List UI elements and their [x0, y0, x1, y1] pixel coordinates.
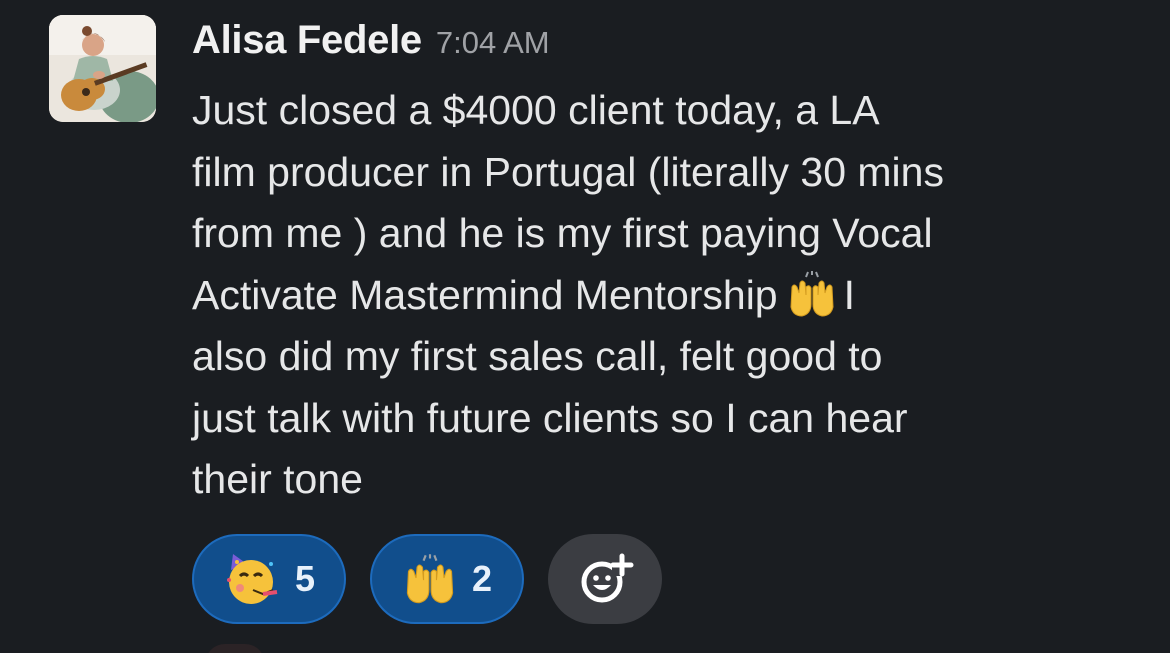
message-line-with-emoji: Activate Mastermind Mentorship I [192, 265, 1152, 327]
author-name[interactable]: Alisa Fedele [192, 18, 422, 63]
message-header: Alisa Fedele 7:04 AM [192, 18, 550, 74]
reaction-partying-face[interactable]: 5 [192, 534, 346, 624]
raising-hands-icon [406, 554, 454, 604]
reactions-bar: 5 2 [192, 534, 662, 624]
message-line: from me ) and he is my first paying Voca… [192, 210, 933, 256]
add-reaction-icon [581, 553, 634, 603]
message-line: just talk with future clients so I can h… [192, 394, 908, 441]
reaction-count: 2 [471, 558, 493, 599]
message: Alisa Fedele 7:04 AM Just closed a $4000… [0, 0, 1170, 653]
timestamp[interactable]: 7:04 AM [436, 25, 550, 61]
message-line-text: Activate Mastermind Mentorship [192, 271, 778, 318]
user-avatar-guitar-icon [49, 15, 156, 122]
message-line: film producer in Portugal (literally 30 … [192, 148, 944, 195]
message-body: Just closed a $4000 client today, a LA f… [192, 80, 1152, 511]
message-line-text: I [843, 271, 856, 318]
user-avatar[interactable] [49, 15, 156, 122]
raising-hands-icon [790, 270, 834, 317]
message-line: Just closed a $4000 client today, a LA [192, 87, 880, 133]
next-message-avatar [205, 644, 265, 653]
partying-face-icon [226, 554, 278, 604]
reaction-count: 5 [294, 558, 316, 599]
message-line: their tone [192, 456, 363, 502]
message-line: also did my first sales call, felt good … [192, 333, 883, 379]
add-reaction-button[interactable] [548, 534, 662, 624]
reaction-raising-hands[interactable]: 2 [370, 534, 524, 624]
